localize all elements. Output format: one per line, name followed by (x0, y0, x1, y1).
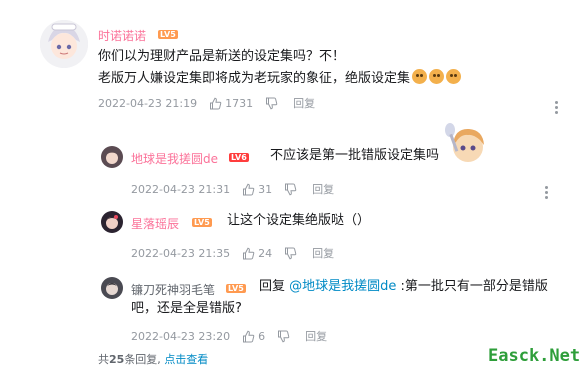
cat-emoji (412, 69, 428, 84)
thumb-up-icon[interactable] (209, 97, 222, 110)
reply-prefix: 回复 (259, 279, 290, 294)
reply-button[interactable]: 回复 (312, 245, 334, 261)
cat-emoji (446, 69, 462, 84)
avatar-illustration (40, 20, 88, 68)
level-badge: LV5 (158, 30, 178, 39)
reply-count: 25 (109, 353, 125, 366)
like-count: 1731 (225, 96, 254, 110)
more-options-icon[interactable] (555, 101, 559, 116)
reply-username[interactable]: 镰刀死神羽毛笔 (131, 281, 215, 298)
footer-prefix: 共 (98, 353, 109, 366)
reply-text: 不应该是第一批错版设定集吗 (270, 148, 440, 163)
reply-date: 2022-04-23 21:35 (131, 246, 231, 260)
avatar-illustration (101, 146, 123, 168)
reply-suffix: :第一批只有一部分是错版 (396, 279, 548, 294)
thumb-up-icon[interactable] (242, 183, 255, 196)
thumb-down-icon[interactable] (265, 97, 278, 110)
thumb-down-icon[interactable] (284, 247, 297, 260)
reply-username[interactable]: 地球是我搓圆de (131, 150, 218, 167)
comment-text-line2: 老版万人嫌设定集即将成为老玩家的象征，绝版设定集 (98, 71, 411, 86)
like-count: 6 (258, 329, 266, 343)
reply-text-line2: 吧，还是全是错版? (131, 301, 242, 316)
level-badge: LV5 (226, 284, 246, 293)
level-badge: LV6 (229, 153, 249, 162)
comment-text-line1: 你们以为理财产品是新送的设定集吗？不！ (98, 49, 346, 64)
reply-count-footer: 共25条回复, 点击查看 (98, 351, 208, 367)
more-options-icon[interactable] (545, 186, 549, 201)
footer-suffix: 条回复, (124, 353, 161, 366)
reply-meta: 2022-04-23 21:31 31 回复 (131, 181, 334, 197)
reply-username[interactable]: 星落瑶辰 (131, 215, 179, 232)
comment-username[interactable]: 时诺诺诺 (98, 27, 146, 44)
reply-avatar[interactable] (101, 277, 123, 299)
thumb-up-icon[interactable] (242, 330, 255, 343)
thumb-down-icon[interactable] (277, 330, 290, 343)
reply-avatar[interactable] (101, 211, 123, 233)
reply-text: 让这个设定集绝版哒（） (227, 213, 371, 228)
watermark: Easck.Net (488, 346, 581, 366)
reply-avatar[interactable] (101, 146, 123, 168)
reply-button[interactable]: 回复 (305, 328, 327, 344)
thumb-up-icon[interactable] (242, 247, 255, 260)
level-badge: LV5 (192, 218, 212, 227)
like-count: 31 (258, 182, 273, 196)
comment-text-line2-wrap: 老版万人嫌设定集即将成为老玩家的象征，绝版设定集 (98, 68, 462, 90)
like-count: 24 (258, 246, 273, 260)
reply-date: 2022-04-23 23:20 (131, 329, 231, 343)
reply-button[interactable]: 回复 (312, 181, 334, 197)
mention-link[interactable]: @地球是我搓圆de (289, 279, 396, 294)
reply-button[interactable]: 回复 (293, 95, 315, 111)
avatar-illustration (101, 277, 123, 299)
comment-meta: 2022-04-23 21:19 1731 回复 (98, 95, 315, 111)
reply-meta: 2022-04-23 21:35 24 回复 (131, 245, 334, 261)
sticker-image (443, 120, 489, 166)
comment-text: 你们以为理财产品是新送的设定集吗？不！ 老版万人嫌设定集即将成为老玩家的象征，绝… (98, 46, 462, 90)
avatar[interactable] (40, 20, 88, 68)
view-replies-link[interactable]: 点击查看 (164, 353, 208, 366)
cat-emoji (429, 69, 445, 84)
reply-date: 2022-04-23 21:31 (131, 182, 231, 196)
reply-meta: 2022-04-23 23:20 6 回复 (131, 328, 327, 344)
reply-text: 回复 @地球是我搓圆de :第一批只有一部分是错版 (259, 276, 548, 298)
avatar-illustration (101, 211, 123, 233)
reply-text-line1: 回复 @地球是我搓圆de :第一批只有一部分是错版 (259, 276, 548, 298)
thumb-down-icon[interactable] (284, 183, 297, 196)
comment-date: 2022-04-23 21:19 (98, 96, 198, 110)
